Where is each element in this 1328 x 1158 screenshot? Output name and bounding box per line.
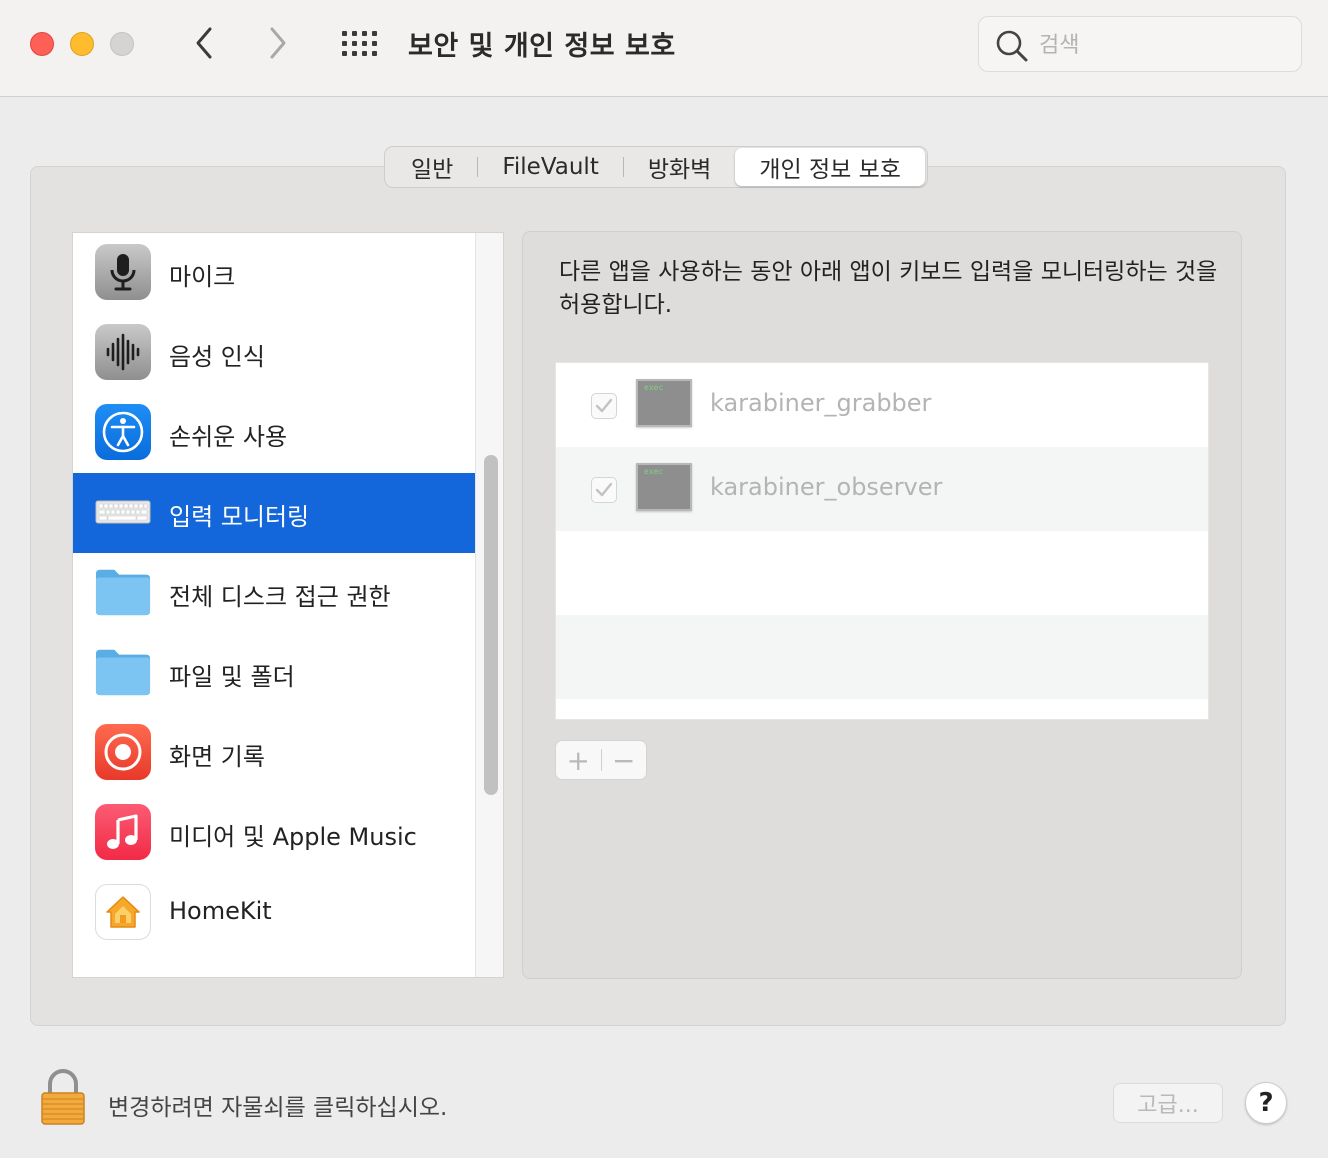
title-bar: 보안 및 개인 정보 보호 <box>0 0 1328 97</box>
sidebar-item-accessibility[interactable]: 손쉬운 사용 <box>73 393 475 473</box>
sidebar-item-homekit[interactable]: HomeKit <box>73 873 475 953</box>
checkmark-icon <box>595 398 613 413</box>
lock-icon[interactable] <box>40 1068 86 1126</box>
chevron-right-icon <box>270 27 286 59</box>
microphone-icon <box>95 244 151 300</box>
back-button[interactable] <box>186 22 222 64</box>
sidebar-scrollbar[interactable] <box>475 233 503 977</box>
executable-icon: exec <box>636 463 692 511</box>
add-remove-control: + − <box>555 740 647 780</box>
sidebar-item-screen-recording[interactable]: 화면 기록 <box>73 713 475 793</box>
keyboard-icon <box>95 484 151 540</box>
add-button[interactable]: + <box>556 741 601 779</box>
tab-filevault[interactable]: FileVault <box>478 148 623 186</box>
music-icon <box>95 804 151 860</box>
sidebar-item-label: 파일 및 폴더 <box>169 663 295 691</box>
search-icon <box>996 30 1028 62</box>
app-checkbox[interactable] <box>591 477 617 503</box>
show-all-grid-icon[interactable] <box>341 30 379 58</box>
advanced-button[interactable]: 고급... <box>1113 1083 1223 1123</box>
help-button[interactable]: ? <box>1245 1082 1287 1124</box>
app-name: karabiner_grabber <box>710 389 932 417</box>
checkmark-icon <box>595 482 613 497</box>
screen-recording-icon <box>95 724 151 780</box>
privacy-category-list[interactable]: 마이크 음성 인식 손쉬운 사용 입력 모니터링 전체 디스크 접근 권한 파일… <box>72 232 504 978</box>
search-input[interactable] <box>1039 29 1279 61</box>
tab-privacy[interactable]: 개인 정보 보호 <box>735 148 925 186</box>
app-name: karabiner_observer <box>710 473 943 501</box>
sidebar-item-microphone[interactable]: 마이크 <box>73 233 475 313</box>
sidebar-item-speech-recognition[interactable]: 음성 인식 <box>73 313 475 393</box>
sidebar-item-label: 입력 모니터링 <box>169 503 310 531</box>
accessibility-icon <box>95 404 151 460</box>
empty-row <box>556 615 1208 699</box>
tab-general[interactable]: 일반 <box>387 148 477 186</box>
chevron-left-icon <box>196 27 212 59</box>
home-icon <box>95 884 151 940</box>
detail-description: 다른 앱을 사용하는 동안 아래 앱이 키보드 입력을 모니터링하는 것을 허용… <box>559 259 1218 318</box>
folder-icon <box>95 564 151 620</box>
minimize-button[interactable] <box>70 32 94 56</box>
sidebar-item-media-apple-music[interactable]: 미디어 및 Apple Music <box>73 793 475 873</box>
sidebar-item-label: 마이크 <box>169 263 236 291</box>
sidebar-item-input-monitoring[interactable]: 입력 모니터링 <box>73 473 475 553</box>
folder-icon <box>95 644 151 700</box>
sidebar-item-label: HomeKit <box>169 897 272 925</box>
tab-bar: 일반 FileVault 방화벽 개인 정보 보호 <box>384 146 928 188</box>
close-button[interactable] <box>30 32 54 56</box>
zoom-button[interactable] <box>110 32 134 56</box>
list-item[interactable]: exec karabiner_observer <box>556 447 1208 531</box>
scrollbar-thumb[interactable] <box>484 455 498 795</box>
window-title: 보안 및 개인 정보 보호 <box>408 31 676 62</box>
executable-icon: exec <box>636 379 692 427</box>
list-item[interactable]: exec karabiner_grabber <box>556 363 1208 447</box>
sidebar-item-full-disk-access[interactable]: 전체 디스크 접근 권한 <box>73 553 475 633</box>
allowed-apps-list[interactable]: exec karabiner_grabber exec karabiner_ob… <box>555 362 1209 720</box>
empty-row <box>556 531 1208 615</box>
sidebar-item-label: 손쉬운 사용 <box>169 423 288 451</box>
remove-button[interactable]: − <box>601 741 646 779</box>
speech-recognition-icon <box>95 324 151 380</box>
tab-firewall[interactable]: 방화벽 <box>624 148 735 186</box>
detail-pane: 다른 앱을 사용하는 동안 아래 앱이 키보드 입력을 모니터링하는 것을 허용… <box>522 231 1242 979</box>
app-checkbox[interactable] <box>591 393 617 419</box>
sidebar-item-label: 음성 인식 <box>169 343 265 371</box>
forward-button[interactable] <box>260 22 296 64</box>
lock-message: 변경하려면 자물쇠를 클릭하십시오. <box>108 1095 448 1121</box>
sidebar-item-label: 전체 디스크 접근 권한 <box>169 583 391 611</box>
search-field[interactable] <box>978 16 1302 72</box>
sidebar-item-label: 화면 기록 <box>169 743 265 771</box>
sidebar-item-label: 미디어 및 Apple Music <box>169 823 417 851</box>
sidebar-item-files-and-folders[interactable]: 파일 및 폴더 <box>73 633 475 713</box>
